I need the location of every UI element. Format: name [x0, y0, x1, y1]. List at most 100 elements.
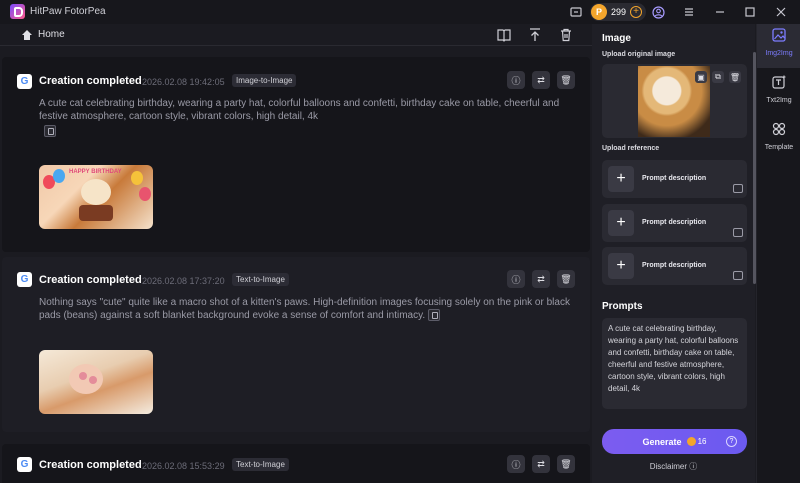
- delete-icon[interactable]: 🗑: [557, 71, 575, 89]
- card-tag: Text-to-Image: [232, 273, 289, 286]
- upload-original-label: Upload original image: [602, 51, 676, 58]
- model-logo-icon: G: [17, 272, 32, 287]
- app-title: HitPaw FotorPea: [30, 6, 106, 17]
- delete-icon[interactable]: 🗑: [557, 270, 575, 288]
- scroll-top-icon[interactable]: [527, 27, 543, 43]
- card-time: 2026.02.08 17:37:20: [142, 276, 225, 286]
- add-reference-icon[interactable]: +: [608, 253, 634, 279]
- card-prompt-text: A cute cat celebrating birthday, wearing…: [39, 98, 560, 122]
- reference-label: Prompt description: [642, 175, 707, 182]
- help-icon[interactable]: ?: [726, 436, 737, 447]
- credits-count: 299: [611, 7, 627, 17]
- replace-image-icon[interactable]: ▣: [695, 71, 707, 83]
- card-prompt: A cute cat celebrating birthday, wearing…: [39, 97, 564, 123]
- sub-toolbar: Home: [0, 24, 592, 46]
- card-time: 2026.02.08 19:42:05: [142, 77, 225, 87]
- reference-slot[interactable]: + Prompt description: [602, 247, 747, 285]
- cake-figure: [79, 205, 113, 221]
- card-time: 2026.02.08 15:53:29: [142, 461, 225, 471]
- result-image[interactable]: [39, 350, 153, 414]
- add-reference-icon[interactable]: +: [608, 166, 634, 192]
- reference-label: Prompt description: [642, 219, 707, 226]
- paw-pad: [79, 372, 87, 380]
- nav-label: Template: [764, 144, 794, 151]
- coin-icon: [686, 437, 696, 446]
- delete-icon[interactable]: 🗑: [557, 455, 575, 473]
- app-logo-icon: [10, 4, 25, 19]
- paw-pad: [89, 376, 97, 384]
- reference-slot[interactable]: + Prompt description: [602, 204, 747, 242]
- mode-nav: Img2Img Txt2Img Template: [756, 24, 800, 483]
- card-title: Creation completed: [39, 459, 142, 471]
- minimize-icon[interactable]: [713, 5, 727, 19]
- settings-panel: Image Upload original image ▣ ⧉ 🗑 Upload…: [592, 24, 755, 483]
- screenshot-icon[interactable]: [569, 5, 583, 19]
- balloon-shape: [53, 169, 65, 183]
- home-icon: [22, 29, 32, 40]
- add-credits-icon[interactable]: +: [630, 6, 643, 18]
- model-logo-icon: G: [17, 457, 32, 472]
- copy-image-icon[interactable]: ⧉: [712, 71, 724, 83]
- nav-template[interactable]: Template: [757, 118, 800, 162]
- card-title: Creation completed: [39, 274, 142, 286]
- text-image-icon: [771, 75, 787, 91]
- add-reference-icon[interactable]: +: [608, 210, 634, 236]
- maximize-icon[interactable]: [743, 5, 757, 19]
- regenerate-icon[interactable]: ⇄: [532, 71, 550, 89]
- title-bar: HitPaw FotorPea P 299 +: [0, 0, 800, 24]
- balloon-shape: [131, 171, 143, 185]
- reference-slot[interactable]: + Prompt description: [602, 160, 747, 198]
- prompt-textarea[interactable]: A cute cat celebrating birthday, wearing…: [602, 318, 747, 409]
- image-edit-icon: [771, 28, 787, 44]
- creation-card: G Creation completed 2026.02.08 19:42:05…: [2, 57, 590, 252]
- nav-img2img[interactable]: Img2Img: [757, 24, 800, 68]
- trash-icon[interactable]: [558, 27, 574, 43]
- image-banner-text: HAPPY BIRTHDAY: [69, 169, 122, 175]
- creation-card: G Creation completed 2026.02.08 17:37:20…: [2, 257, 590, 432]
- info-icon[interactable]: ⓘ: [507, 71, 525, 89]
- image-icon: [733, 271, 743, 280]
- info-icon[interactable]: ⓘ: [507, 455, 525, 473]
- card-tag: Text-to-Image: [232, 458, 289, 471]
- card-title: Creation completed: [39, 75, 142, 87]
- book-icon[interactable]: [496, 27, 512, 43]
- balloon-shape: [139, 187, 151, 201]
- template-icon: [771, 122, 787, 138]
- card-prompt-text: Nothing says "cute" quite like a macro s…: [39, 297, 570, 321]
- nav-label: Img2Img: [765, 50, 793, 57]
- card-tag: Image-to-Image: [232, 74, 297, 87]
- credits-badge[interactable]: P 299 +: [590, 3, 646, 21]
- card-prompt: Nothing says "cute" quite like a macro s…: [39, 296, 574, 322]
- delete-image-icon[interactable]: 🗑: [729, 71, 741, 83]
- copy-prompt-icon[interactable]: [44, 125, 56, 137]
- creation-card: G Creation completed 2026.02.08 15:53:29…: [2, 444, 590, 483]
- disclaimer-label: Disclaimer: [649, 462, 688, 471]
- home-label: Home: [38, 29, 65, 40]
- info-icon[interactable]: ⓘ: [507, 270, 525, 288]
- generate-cost: 16: [697, 437, 707, 446]
- regenerate-icon[interactable]: ⇄: [532, 455, 550, 473]
- disclaimer-link[interactable]: Disclaimer ⓘ: [592, 461, 755, 472]
- close-icon[interactable]: [774, 5, 788, 19]
- paw-figure: [69, 364, 103, 394]
- original-image-dropzone[interactable]: ▣ ⧉ 🗑: [602, 64, 747, 138]
- regenerate-icon[interactable]: ⇄: [532, 270, 550, 288]
- nav-label: Txt2Img: [766, 97, 792, 104]
- result-image[interactable]: HAPPY BIRTHDAY: [39, 165, 153, 229]
- creation-feed: G Creation completed 2026.02.08 19:42:05…: [0, 47, 592, 483]
- image-icon: [733, 228, 743, 237]
- cat-figure: [81, 179, 111, 205]
- menu-icon[interactable]: [682, 5, 696, 19]
- panel-heading: Image: [602, 33, 631, 44]
- copy-prompt-icon[interactable]: [427, 309, 440, 322]
- account-icon[interactable]: [651, 5, 665, 19]
- model-logo-icon: G: [17, 74, 32, 89]
- nav-txt2img[interactable]: Txt2Img: [757, 71, 800, 115]
- prompts-heading: Prompts: [602, 301, 643, 312]
- home-link[interactable]: Home: [22, 29, 65, 40]
- coin-icon: P: [591, 4, 607, 20]
- upload-reference-label: Upload reference: [602, 145, 660, 152]
- generate-button[interactable]: Generate 16 ?: [602, 429, 747, 454]
- image-icon: [733, 184, 743, 193]
- reference-label: Prompt description: [642, 262, 707, 269]
